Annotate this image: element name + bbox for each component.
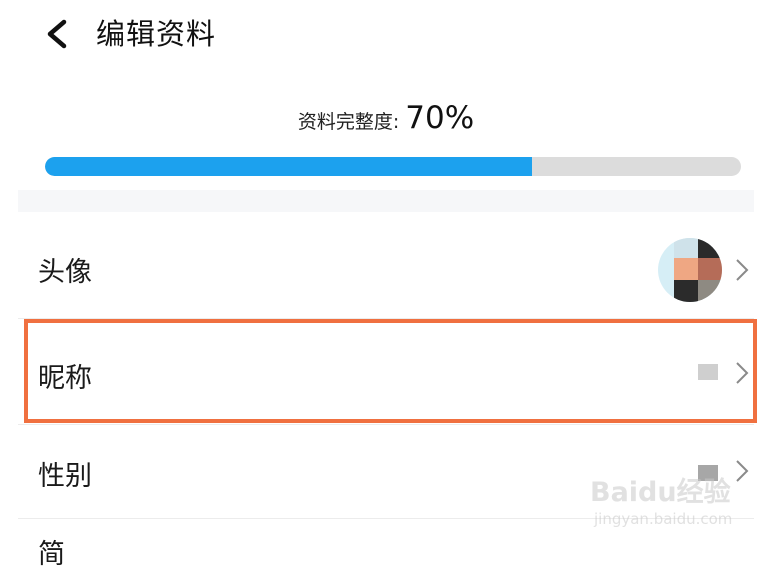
completeness-label: 资料完整度: — [297, 111, 400, 133]
avatar — [658, 238, 722, 302]
chevron-right-icon — [736, 259, 749, 281]
watermark-brand: Baidu经验 — [590, 477, 731, 508]
row-divider — [18, 424, 754, 425]
row-label-partial: 简 — [38, 539, 65, 570]
row-divider — [18, 318, 754, 319]
chevron-right-icon — [736, 362, 749, 384]
nickname-value-blurred — [698, 364, 718, 380]
row-avatar[interactable]: 头像 — [18, 222, 754, 318]
completeness-progress-bar — [45, 157, 741, 176]
section-divider — [18, 190, 754, 212]
row-nickname[interactable]: 昵称 — [18, 320, 754, 424]
chevron-left-icon — [47, 19, 67, 49]
watermark-url: jingyan.baidu.com — [594, 510, 733, 528]
row-label-gender: 性别 — [38, 461, 92, 492]
progress-fill — [45, 157, 533, 176]
row-label-avatar: 头像 — [38, 257, 92, 288]
profile-completeness: 资料完整度: 70% — [0, 100, 772, 136]
completeness-value: 70% — [405, 100, 475, 136]
header-bar: 编辑资料 — [0, 0, 772, 72]
watermark: Baidu经验 jingyan.baidu.com — [590, 470, 740, 540]
row-label-nickname: 昵称 — [38, 363, 92, 394]
page-title: 编辑资料 — [96, 17, 217, 51]
back-button[interactable] — [38, 14, 78, 54]
